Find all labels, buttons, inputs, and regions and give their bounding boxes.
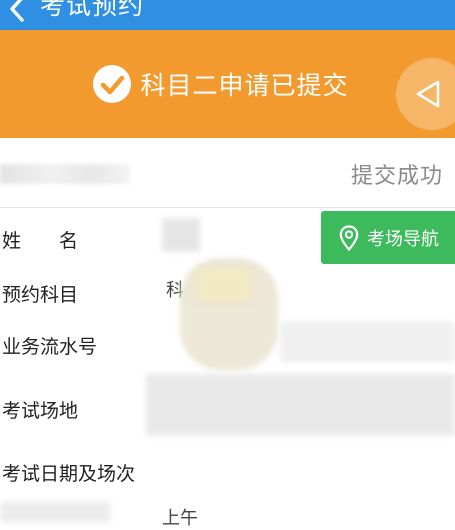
date-session-label: 考试日期及场次 <box>2 463 136 485</box>
serial-number-label: 业务流水号 <box>2 336 98 358</box>
venue-navigation-button[interactable]: 考场导航 <box>321 211 455 264</box>
location-pin-icon <box>339 224 359 251</box>
banner-content: 科目二申请已提交 <box>0 30 455 138</box>
blurred-venue-value <box>146 374 455 436</box>
page-title: 考试预约 <box>40 0 145 20</box>
blurred-name-value <box>162 218 200 252</box>
triangle-left-icon <box>416 80 440 108</box>
navigation-button-label: 考场导航 <box>367 228 439 250</box>
chevron-left-icon[interactable] <box>4 0 30 24</box>
blurred-subject-highlight <box>196 268 252 302</box>
blurred-serial-value <box>280 322 455 362</box>
status-badge: 提交成功 <box>350 164 443 189</box>
success-banner: 科目二申请已提交 <box>0 30 455 138</box>
blurred-date-value <box>0 502 110 522</box>
name-label: 姓 名 <box>2 230 79 252</box>
blurred-id-value <box>0 164 130 184</box>
top-nav-bar: 考试预约 <box>0 0 455 30</box>
check-circle-icon <box>93 65 132 103</box>
venue-label: 考试场地 <box>2 400 79 422</box>
banner-message: 科目二申请已提交 <box>140 71 349 100</box>
status-row: 提交成功 <box>0 138 455 208</box>
subject-label: 预约科目 <box>2 284 79 306</box>
session-value-partial: 上午 <box>162 508 198 529</box>
